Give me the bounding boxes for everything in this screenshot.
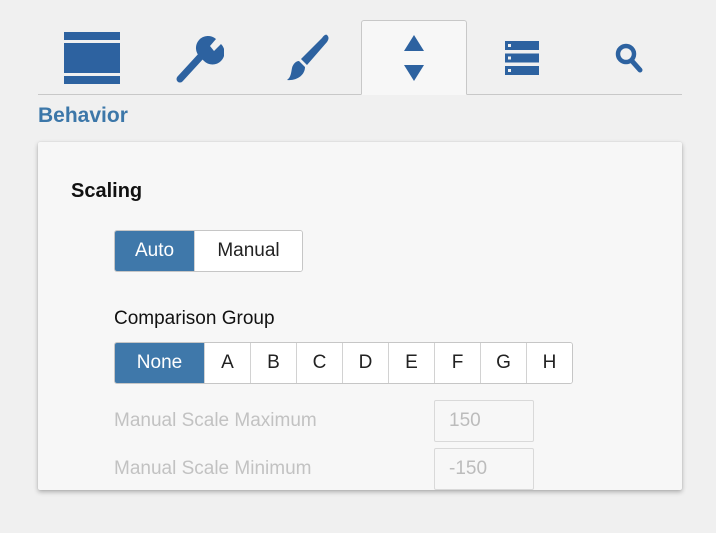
manual-scale-max-label: Manual Scale Maximum <box>114 410 317 431</box>
tab-search[interactable] <box>576 20 682 95</box>
comparison-group-f-button[interactable]: F <box>434 343 480 383</box>
paintbrush-icon <box>287 34 329 80</box>
scaling-manual-button[interactable]: Manual <box>194 231 302 271</box>
sort-arrows-icon <box>404 34 424 81</box>
scaling-auto-button[interactable]: Auto <box>115 231 194 271</box>
comparison-group-selector: None A B C D E F G H <box>114 342 573 384</box>
tab-bar <box>38 0 682 96</box>
tab-layout[interactable] <box>38 20 146 95</box>
manual-scale-min-row: Manual Scale Minimum <box>114 448 534 490</box>
comparison-group-label: Comparison Group <box>114 308 275 329</box>
manual-scale-min-label: Manual Scale Minimum <box>114 458 312 479</box>
comparison-group-g-button[interactable]: G <box>480 343 526 383</box>
layout-icon <box>64 31 120 84</box>
tab-behavior[interactable] <box>361 20 467 95</box>
comparison-group-none-button[interactable]: None <box>115 343 204 383</box>
manual-scale-min-input[interactable] <box>434 448 534 490</box>
comparison-group-e-button[interactable]: E <box>388 343 434 383</box>
scaling-panel: Scaling Auto Manual Comparison Group Non… <box>38 142 682 490</box>
comparison-group-h-button[interactable]: H <box>526 343 572 383</box>
scaling-mode-toggle: Auto Manual <box>114 230 303 272</box>
tab-paintbrush[interactable] <box>254 20 362 95</box>
comparison-group-c-button[interactable]: C <box>296 343 342 383</box>
comparison-group-a-button[interactable]: A <box>204 343 250 383</box>
panel-title: Scaling <box>71 180 143 202</box>
manual-scale-max-row: Manual Scale Maximum <box>114 400 534 442</box>
search-icon <box>615 43 643 72</box>
wrench-icon <box>176 35 224 82</box>
list-icon <box>505 40 539 75</box>
comparison-group-d-button[interactable]: D <box>342 343 388 383</box>
manual-scale-max-input[interactable] <box>434 400 534 442</box>
tab-list[interactable] <box>468 20 576 95</box>
section-title: Behavior <box>38 104 128 127</box>
comparison-group-b-button[interactable]: B <box>250 343 296 383</box>
tab-wrench[interactable] <box>146 20 254 95</box>
